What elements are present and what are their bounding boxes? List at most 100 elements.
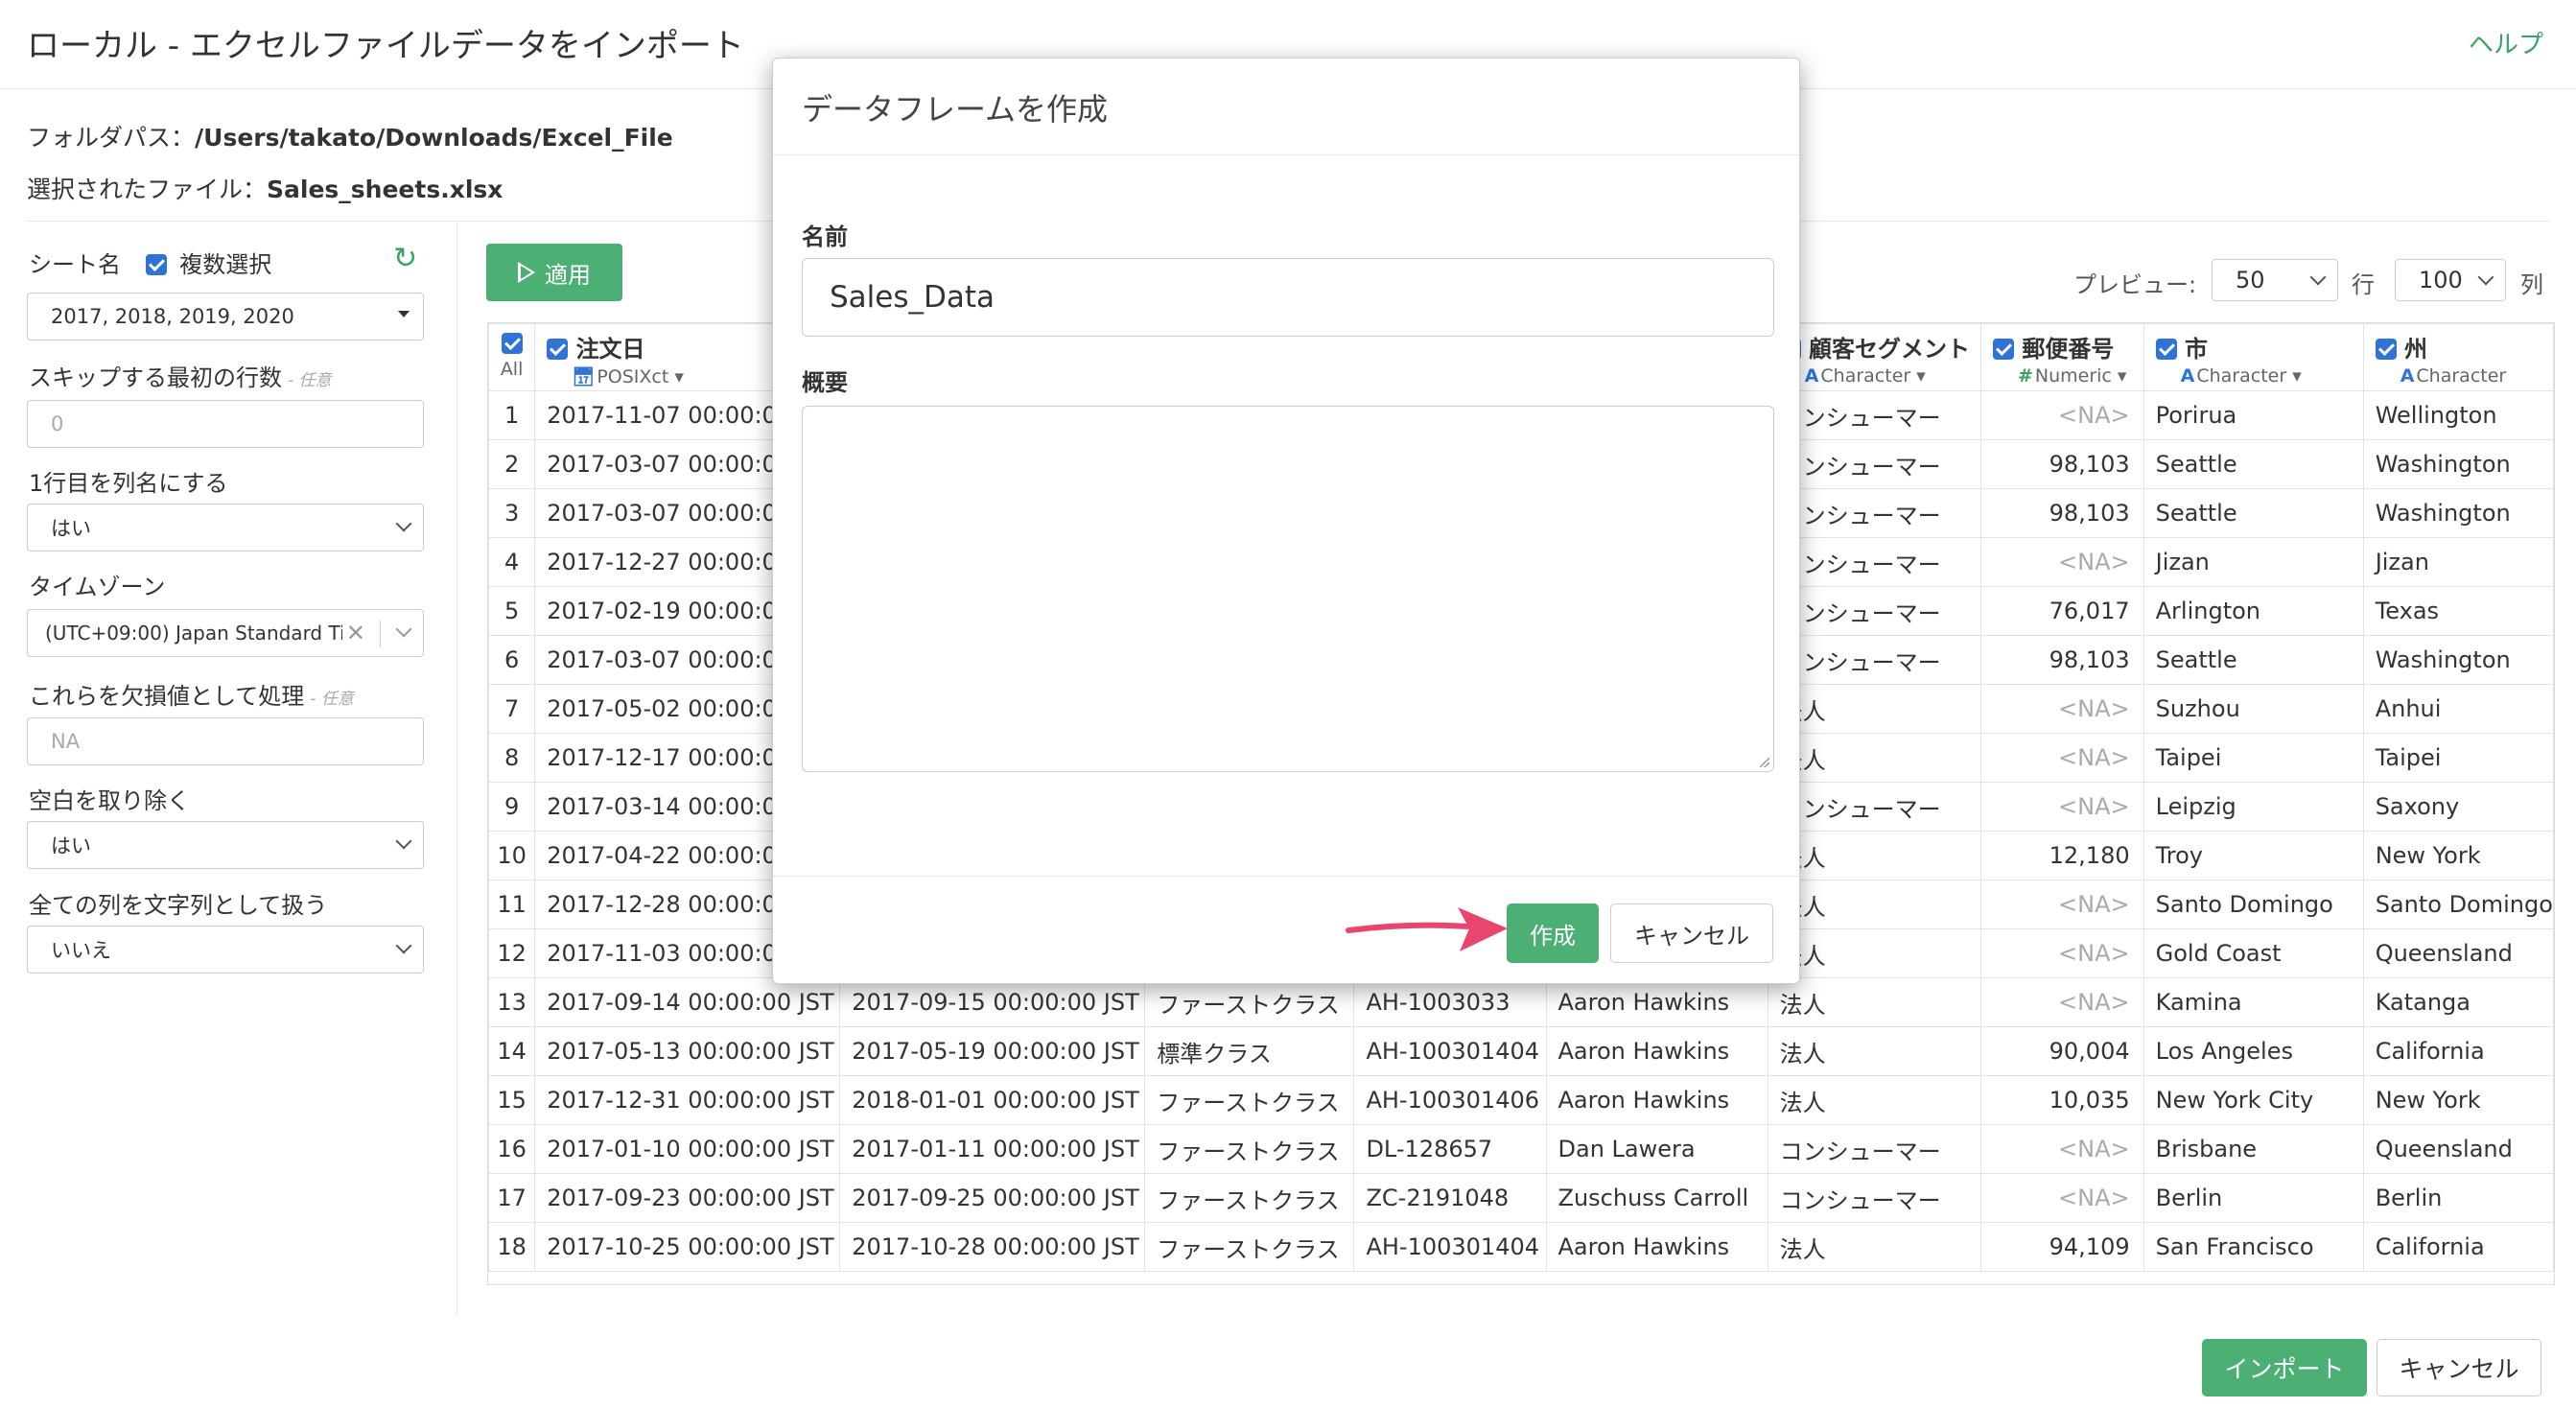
- table-cell: <NA>: [1979, 880, 2144, 929]
- column-type-label: Character: [2416, 365, 2507, 387]
- table-cell: 76,017: [1979, 586, 2144, 636]
- skip-rows-placeholder: 0: [51, 412, 64, 435]
- column-header[interactable]: 州 A Character: [2362, 323, 2554, 391]
- multi-select-label: 複数選択: [179, 251, 272, 278]
- table-cell: Jizan: [2143, 537, 2364, 587]
- table-cell: <NA>: [1979, 684, 2144, 734]
- skip-rows-text: スキップする最初の行数: [29, 364, 282, 391]
- chevron-down-icon: [395, 937, 412, 954]
- table-cell: Washington: [2362, 635, 2554, 685]
- trim-whitespace-value: はい: [51, 834, 91, 857]
- table-cell: Seattle: [2143, 635, 2364, 685]
- row-number: 9: [488, 782, 536, 832]
- chevron-down-icon: [395, 515, 412, 532]
- na-values-placeholder: NA: [51, 730, 81, 753]
- name-input[interactable]: Sales_Data: [802, 258, 1774, 337]
- chevron-down-icon: [2477, 269, 2494, 286]
- annotation-arrow-icon: [1346, 907, 1508, 951]
- table-cell: 法人: [1767, 1222, 1981, 1272]
- timezone-select[interactable]: (UTC+09:00) Japan Standard Tir ✕: [27, 609, 424, 657]
- character-type-icon: A: [2400, 365, 2415, 387]
- row-number: 5: [488, 586, 536, 636]
- table-cell: 標準クラス: [1144, 1026, 1355, 1076]
- skip-rows-input[interactable]: 0: [27, 400, 424, 448]
- calendar-icon: 📅︎: [572, 366, 596, 387]
- table-cell: Gold Coast: [2143, 928, 2364, 978]
- table-cell: AH-100301404: [1353, 1222, 1547, 1272]
- table-row: 13 2017-09-14 00:00:00 JST 2017-09-15 00:0…: [488, 977, 2554, 1027]
- refresh-icon[interactable]: ↻: [393, 245, 420, 273]
- table-cell: Troy: [2143, 831, 2364, 880]
- preview-cols-value: 100: [2419, 267, 2463, 293]
- trim-whitespace-label: 空白を取り除く: [29, 787, 190, 814]
- table-cell: 94,109: [1979, 1222, 2144, 1272]
- table-cell: DL-128657: [1353, 1124, 1547, 1174]
- table-cell: Berlin: [2362, 1173, 2554, 1223]
- caret-down-icon: [398, 311, 410, 317]
- table-cell: Taipei: [2362, 733, 2554, 783]
- column-type[interactable]: A Character ▾: [2156, 365, 2363, 387]
- table-cell: New York: [2362, 831, 2554, 880]
- summary-textarea[interactable]: [802, 406, 1774, 772]
- table-cell: 2017-09-14 00:00:00 JST: [534, 977, 841, 1027]
- selected-file-label: 選択されたファイル：: [27, 176, 268, 203]
- table-cell: 2017-09-23 00:00:00 JST: [534, 1173, 841, 1223]
- sheet-name-label: シート名 複数選択: [29, 246, 271, 279]
- checkbox-checked-icon: [2155, 339, 2177, 360]
- table-cell: コンシューマー: [1767, 1173, 1981, 1223]
- column-type[interactable]: # Numeric ▾: [1993, 365, 2143, 387]
- column-name: 市: [2184, 336, 2208, 363]
- row-number: 10: [488, 831, 536, 880]
- timezone-value: (UTC+09:00) Japan Standard Tir: [45, 622, 342, 645]
- table-cell: Leipzig: [2143, 782, 2364, 832]
- apply-button[interactable]: 適用: [486, 244, 622, 301]
- table-cell: 2017-10-28 00:00:00 JST: [839, 1222, 1146, 1272]
- help-link[interactable]: ヘルプ: [2469, 25, 2543, 60]
- table-cell: ファーストクラス: [1144, 977, 1355, 1027]
- header-row-select[interactable]: はい: [27, 504, 424, 551]
- na-values-input[interactable]: NA: [27, 717, 424, 765]
- sheet-select[interactable]: 2017, 2018, 2019, 2020: [27, 293, 424, 340]
- create-button[interactable]: 作成: [1507, 903, 1599, 963]
- column-header[interactable]: 市 A Character ▾: [2143, 323, 2364, 391]
- header-row-value: はい: [51, 517, 91, 540]
- sheet-name-text: シート名: [29, 251, 121, 278]
- import-button[interactable]: インポート: [2202, 1339, 2367, 1396]
- character-type-icon: A: [1804, 365, 1819, 387]
- play-icon: [518, 262, 535, 283]
- table-cell: ファーストクラス: [1144, 1075, 1355, 1125]
- table-cell: Zuschuss Carroll: [1545, 1173, 1768, 1223]
- column-type[interactable]: A Character: [2376, 365, 2553, 387]
- modal-title: データフレームを作成: [802, 91, 1109, 128]
- table-cell: 2017-12-31 00:00:00 JST: [534, 1075, 841, 1125]
- table-cell: 98,103: [1979, 488, 2144, 538]
- as-string-select[interactable]: いいえ: [27, 926, 424, 974]
- table-cell: 2017-10-25 00:00:00 JST: [534, 1222, 841, 1272]
- summary-label: 概要: [802, 369, 848, 396]
- clear-icon[interactable]: ✕: [346, 620, 365, 646]
- table-cell: Suzhou: [2143, 684, 2364, 734]
- table-cell: ZC-2191048: [1353, 1173, 1547, 1223]
- preview-rows-select[interactable]: 50: [2212, 259, 2338, 301]
- table-cell: Berlin: [2143, 1173, 2364, 1223]
- chevron-down-icon: [2309, 269, 2327, 286]
- select-all-header[interactable]: All: [488, 323, 536, 391]
- optional-hint: - 任意: [310, 690, 354, 709]
- column-header[interactable]: 郵便番号 # Numeric ▾: [1979, 323, 2144, 391]
- skip-rows-label: スキップする最初の行数 - 任意: [29, 359, 332, 392]
- table-cell: 2017-01-10 00:00:00 JST: [534, 1124, 841, 1174]
- numeric-type-icon: #: [2017, 365, 2033, 387]
- modal-cancel-button[interactable]: キャンセル: [1610, 903, 1773, 963]
- column-name: 州: [2404, 336, 2428, 363]
- table-cell: Santo Domingo: [2362, 880, 2554, 929]
- column-type[interactable]: A Character ▾: [1780, 365, 1980, 387]
- footer-cancel-button[interactable]: キャンセル: [2377, 1339, 2541, 1396]
- table-cell: Kamina: [2143, 977, 2364, 1027]
- preview-cols-select[interactable]: 100: [2395, 259, 2506, 301]
- multi-select-checkbox[interactable]: [145, 251, 167, 278]
- row-number: 7: [488, 684, 536, 734]
- table-cell: <NA>: [1979, 977, 2144, 1027]
- table-cell: California: [2362, 1026, 2554, 1076]
- table-cell: New York City: [2143, 1075, 2364, 1125]
- trim-whitespace-select[interactable]: はい: [27, 821, 424, 869]
